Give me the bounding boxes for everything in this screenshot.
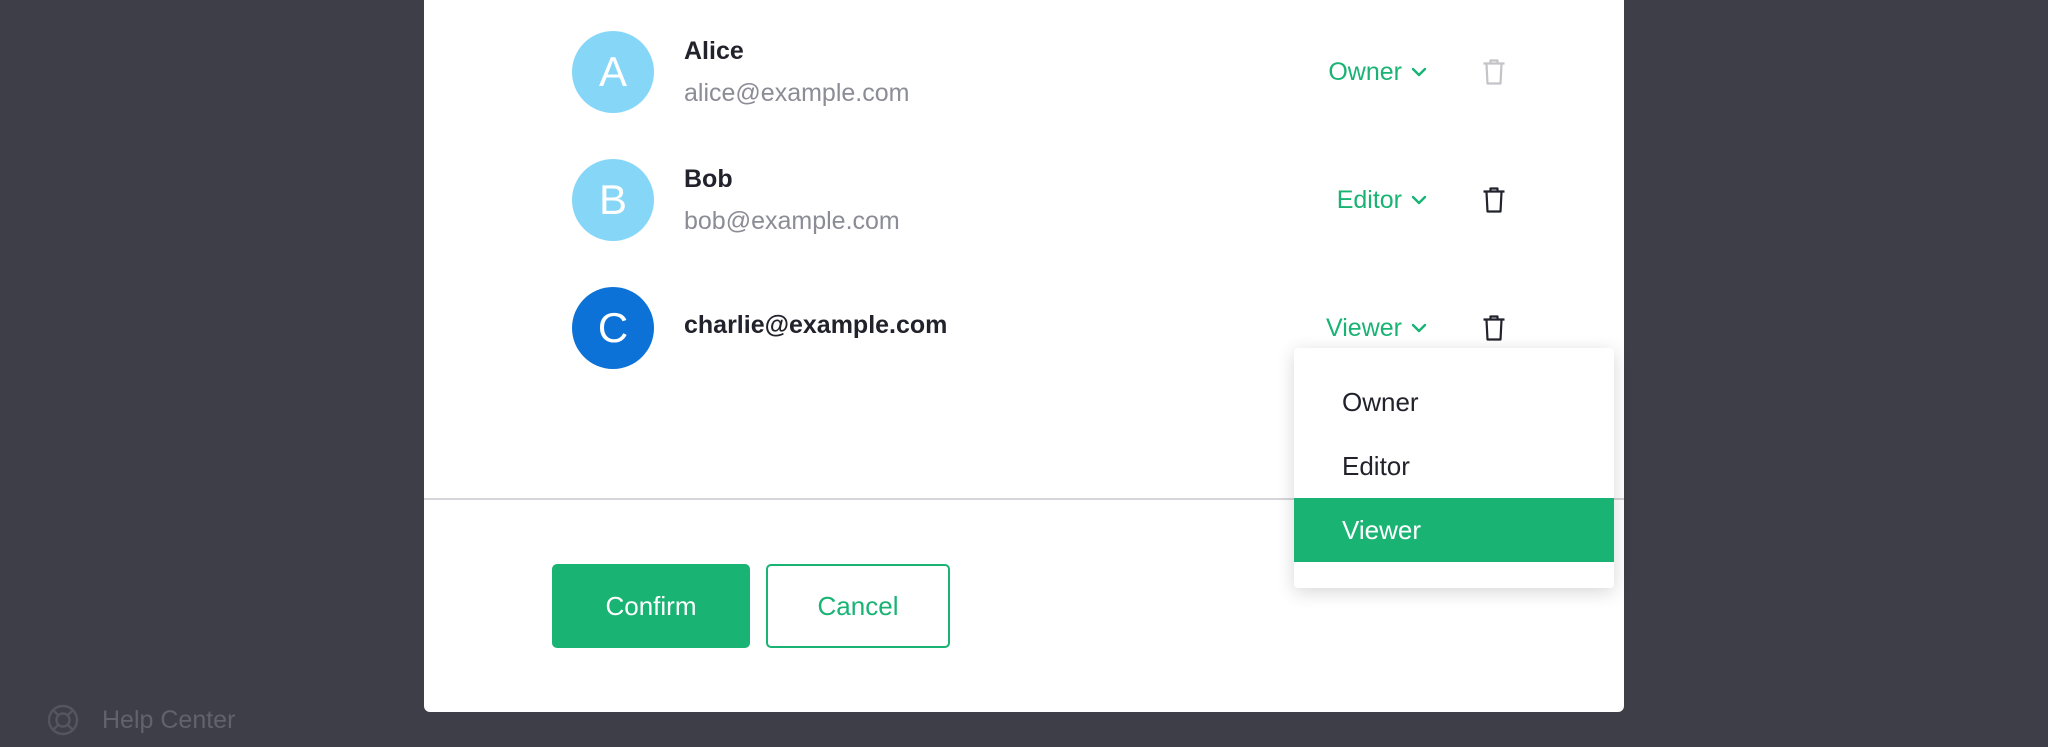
role-option-editor[interactable]: Editor — [1294, 434, 1614, 498]
help-center-link[interactable]: Help Center — [46, 703, 235, 737]
member-name: Alice — [684, 37, 744, 65]
avatar: A — [572, 31, 654, 113]
trash-icon — [1482, 186, 1506, 214]
help-center-label: Help Center — [102, 705, 236, 734]
lifebuoy-icon — [46, 703, 80, 737]
role-select[interactable]: Editor — [1337, 183, 1428, 217]
member-row: A Alice alice@example.com Owner — [572, 31, 1512, 113]
delete-member-button[interactable] — [1476, 309, 1512, 347]
member-email: alice@example.com — [684, 79, 910, 107]
role-dropdown-menu: Owner Editor Viewer — [1294, 348, 1614, 588]
role-select-label: Viewer — [1326, 313, 1402, 342]
delete-member-button[interactable] — [1476, 53, 1512, 91]
role-option-viewer[interactable]: Viewer — [1294, 498, 1614, 562]
chevron-down-icon — [1410, 66, 1428, 78]
member-email: bob@example.com — [684, 207, 900, 235]
member-name: charlie@example.com — [684, 311, 948, 339]
avatar: C — [572, 287, 654, 369]
chevron-down-icon — [1410, 194, 1428, 206]
role-select-label: Editor — [1336, 185, 1402, 214]
trash-icon — [1482, 314, 1506, 342]
role-option-owner[interactable]: Owner — [1294, 370, 1614, 434]
cancel-button[interactable]: Cancel — [766, 564, 950, 648]
avatar: B — [572, 159, 654, 241]
trash-icon — [1482, 58, 1506, 86]
role-select[interactable]: Viewer — [1326, 311, 1428, 345]
role-select-label: Owner — [1328, 57, 1402, 86]
member-row: B Bob bob@example.com Editor — [572, 159, 1512, 241]
role-select[interactable]: Owner — [1328, 55, 1428, 89]
member-name: Bob — [684, 165, 733, 193]
chevron-down-icon — [1410, 322, 1428, 334]
delete-member-button[interactable] — [1476, 181, 1512, 219]
confirm-button[interactable]: Confirm — [552, 564, 750, 648]
